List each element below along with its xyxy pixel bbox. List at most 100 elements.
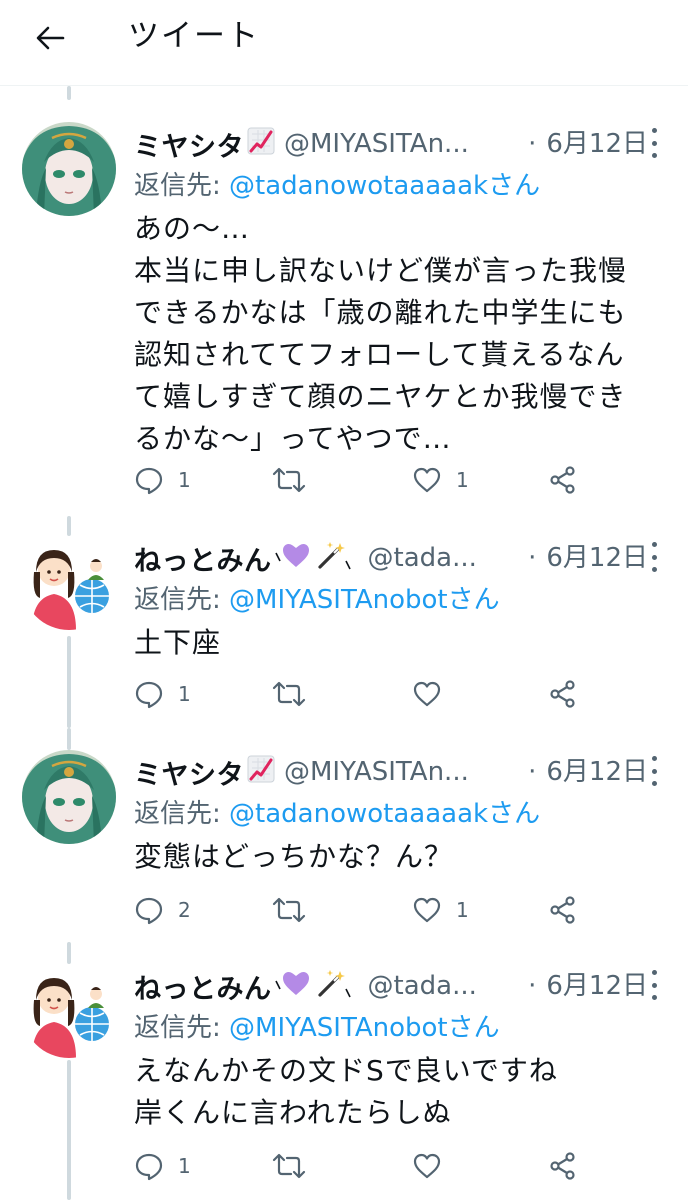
reply-count: 1 [178,1154,191,1178]
tweet-text-line: 認知されててフォローして貰えるなん [134,338,625,371]
more-options-icon[interactable] [646,756,662,786]
retweet-button[interactable] [272,460,306,500]
thread-line [67,728,71,750]
reply-mention-link[interactable]: @MIYASITAnobot [229,585,448,615]
reply-suffix: さん [488,171,541,201]
reply-mention-link[interactable]: @tadanowotaaaaak [229,799,488,829]
reply-mention-link[interactable]: @MIYASITAnobot [229,1013,448,1043]
share-button[interactable] [548,890,578,930]
reply-suffix: さん [488,799,541,829]
user-handle[interactable]: @MIYASITAn... [284,129,469,159]
thread-line [67,942,71,964]
reply-button[interactable]: 1 [134,674,191,714]
reply-label: 返信先: [134,171,230,201]
top-bar: ツイート [0,0,688,86]
share-icon [550,466,575,494]
girl-with-globe-icon [22,536,116,630]
heart-icon [413,897,441,923]
retweet-icon [272,1153,306,1179]
green-hair-character-icon [22,122,116,216]
reply-label: 返信先: [134,585,230,615]
tweet-text: あの〜… 本当に申し訳ないけど僕が言った我慢 できるかなは「歳の離れた中学生にも… [134,208,646,460]
user-handle[interactable]: @MIYASITAn... [284,757,469,787]
purple-heart-magic-wand-icon [274,539,360,578]
tweet-date[interactable]: · 6月12日 [518,536,648,580]
avatar[interactable] [22,122,116,216]
like-button[interactable] [412,674,442,714]
tweet-actions: 1 1 [134,460,634,500]
tweet-date[interactable]: · 6月12日 [518,122,648,166]
share-button[interactable] [548,1146,578,1186]
reply-icon [135,681,163,709]
tweet[interactable]: ミヤシタ @MIYASITAn... · 6月12日 返信先: @tadanowo… [0,122,688,502]
tweet-content: ミヤシタ @MIYASITAn... · 6月12日 返信先: @tadanowo… [134,750,648,878]
retweet-button[interactable] [272,674,306,714]
tweet-text-line: 岸くんに言われたらしぬ [134,1096,452,1129]
thread-line [67,86,71,100]
tweet-date[interactable]: · 6月12日 [518,964,648,1008]
tweet-text-line: るかな〜」ってやつで… [134,422,452,455]
tweet[interactable]: ねっとみん @tada... · 6月12日 返信先: @MIYASITAnobo… [0,964,688,1194]
retweet-button[interactable] [272,1146,306,1186]
tweet[interactable]: ねっとみん @tada... · 6月12日 返信先: @MIYASITAnobo… [0,536,688,726]
tweet-header: ねっとみん @tada... · 6月12日 [134,536,648,580]
tweet-actions: 1 [134,1146,634,1186]
arrow-left-icon [36,26,65,50]
page-title: ツイート [128,18,260,54]
display-name[interactable]: ミヤシタ [134,753,244,792]
display-name[interactable]: ミヤシタ [134,125,244,164]
more-options-icon[interactable] [646,542,662,572]
like-button[interactable]: 1 [412,460,469,500]
heart-icon [413,1153,441,1179]
replying-to: 返信先: @MIYASITAnobotさん [134,1008,648,1048]
like-count: 1 [456,898,469,922]
like-button[interactable] [412,1146,442,1186]
retweet-icon [272,467,306,493]
tweet-content: ねっとみん @tada... · 6月12日 返信先: @MIYASITAnobo… [134,964,648,1134]
reply-count: 2 [178,898,191,922]
tweet-text-line: 本当に申し訳ないけど僕が言った我慢 [134,254,628,287]
tweet-text: 土下座 [134,626,222,659]
reply-mention-link[interactable]: @tadanowotaaaaak [229,171,488,201]
tweet-content: ねっとみん @tada... · 6月12日 返信先: @MIYASITAnobo… [134,536,648,664]
tweet-actions: 1 [134,674,634,714]
share-button[interactable] [548,460,578,500]
tweet-text: 変態はどっちかな？ん？ [134,840,454,873]
avatar[interactable] [22,750,116,844]
like-button[interactable]: 1 [412,890,469,930]
date-text: 6月12日 [546,543,648,573]
reply-button[interactable]: 1 [134,460,191,500]
reply-count: 1 [178,682,191,706]
reply-button[interactable]: 2 [134,890,191,930]
avatar[interactable] [22,964,116,1058]
display-name[interactable]: ねっとみん [134,539,272,578]
display-name[interactable]: ねっとみん [134,967,272,1006]
replying-to: 返信先: @MIYASITAnobotさん [134,580,648,620]
back-button[interactable] [28,16,72,60]
tweet-text-line: て嬉しすぎて顔のニヤケとか我慢でき [134,380,627,413]
green-hair-character-icon [22,750,116,844]
tweet-text-line: えなんかその文ドSで良いですね [134,1054,558,1087]
tweet-header: ミヤシタ @MIYASITAn... · 6月12日 [134,750,648,794]
retweet-button[interactable] [272,890,306,930]
avatar[interactable] [22,536,116,630]
heart-icon [413,681,441,707]
tweet[interactable]: ミヤシタ @MIYASITAn... · 6月12日 返信先: @tadanowo… [0,750,688,930]
tweet-content: ミヤシタ @MIYASITAn... · 6月12日 返信先: @tadanowo… [134,122,648,460]
tweet-date[interactable]: · 6月12日 [518,750,648,794]
date-text: 6月12日 [546,129,648,159]
share-icon [550,1152,575,1180]
reply-icon [135,897,163,925]
reply-button[interactable]: 1 [134,1146,191,1186]
date-text: 6月12日 [546,757,648,787]
more-options-icon[interactable] [646,970,662,1000]
user-handle[interactable]: @tada... [368,971,477,1001]
more-options-icon[interactable] [646,128,662,158]
user-handle[interactable]: @tada... [368,543,477,573]
replying-to: 返信先: @tadanowotaaaaakさん [134,794,648,834]
tweet-text: えなんかその文ドSで良いですね 岸くんに言われたらしぬ [134,1050,648,1134]
retweet-icon [272,681,306,707]
share-button[interactable] [548,674,578,714]
like-count: 1 [456,468,469,492]
reply-icon [135,467,163,495]
